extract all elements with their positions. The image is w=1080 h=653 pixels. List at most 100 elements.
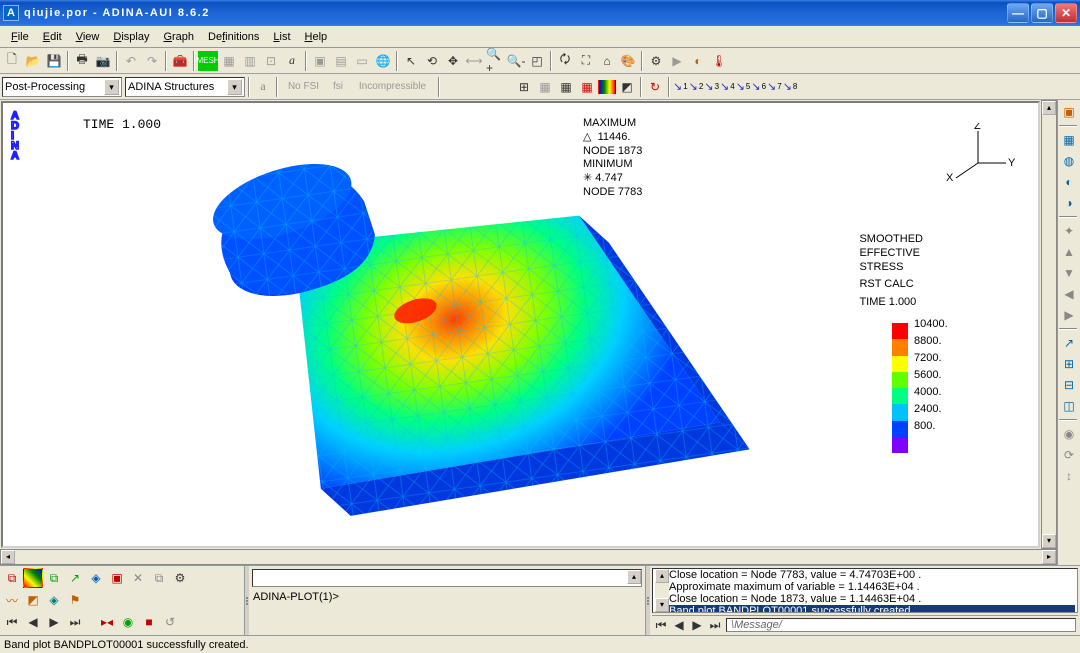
message-field[interactable]: \Message/ bbox=[726, 618, 1076, 632]
log-scroll-up-icon[interactable]: ▴ bbox=[655, 569, 669, 583]
plot-icon[interactable]: ◩ bbox=[617, 77, 637, 97]
msg-next-icon[interactable]: ▶ bbox=[688, 617, 706, 633]
last-frame-icon[interactable]: ⏭ bbox=[65, 612, 85, 632]
scroll-up-icon[interactable]: ▴ bbox=[1042, 101, 1056, 115]
num7-icon[interactable]: ↘7 bbox=[767, 80, 782, 93]
plot-style1-icon[interactable]: ⧉ bbox=[2, 568, 22, 588]
anim-icon[interactable]: ↻ bbox=[645, 77, 665, 97]
plot-style3-icon[interactable]: ⧉ bbox=[44, 568, 64, 588]
down-icon[interactable]: ▼ bbox=[1059, 263, 1079, 283]
menu-display[interactable]: Display bbox=[106, 29, 156, 45]
plot-copy-icon[interactable]: ⧉ bbox=[149, 568, 169, 588]
transparent-icon[interactable]: ◑ bbox=[1059, 193, 1079, 213]
fit-view-icon[interactable]: ▣ bbox=[1059, 102, 1079, 122]
up-icon[interactable]: ▲ bbox=[1059, 242, 1079, 262]
scroll-down-icon[interactable]: ▾ bbox=[1042, 534, 1056, 548]
menu-file[interactable]: File bbox=[4, 29, 36, 45]
new-icon[interactable]: 🗋 bbox=[2, 51, 22, 71]
zoom-window-icon[interactable]: ◰ bbox=[527, 51, 547, 71]
log-scroll-down-icon[interactable]: ▾ bbox=[655, 598, 669, 612]
hidden-icon[interactable]: ◐ bbox=[1059, 172, 1079, 192]
rotate-icon[interactable]: ⟲ bbox=[422, 51, 442, 71]
num3-icon[interactable]: ↘3 bbox=[704, 80, 719, 93]
right-icon[interactable]: ▶ bbox=[1059, 305, 1079, 325]
shade-icon[interactable]: ◐ bbox=[688, 51, 708, 71]
point-icon[interactable]: ⊡ bbox=[261, 51, 281, 71]
grid2-icon[interactable]: ▦ bbox=[556, 77, 576, 97]
zoom-out-icon[interactable]: 🔍- bbox=[506, 51, 526, 71]
refresh-icon[interactable]: 🗘 bbox=[555, 51, 575, 71]
num8-icon[interactable]: ↘8 bbox=[783, 80, 798, 93]
probe-icon[interactable]: ◈ bbox=[44, 590, 64, 610]
menu-edit[interactable]: Edit bbox=[36, 29, 69, 45]
shaded-icon[interactable]: ◍ bbox=[1059, 151, 1079, 171]
horizontal-scrollbar[interactable]: ◂ ▸ bbox=[0, 549, 1057, 565]
loop-icon[interactable]: ↺ bbox=[160, 612, 180, 632]
viewport-canvas[interactable]: ADINA TIME 1.000 MAXIMUM △ 11446. NODE 1… bbox=[1, 101, 1040, 548]
temp-icon[interactable]: 🌡 bbox=[709, 51, 729, 71]
wheel-icon[interactable]: ◉ bbox=[1059, 424, 1079, 444]
minimize-button[interactable]: — bbox=[1007, 3, 1029, 23]
iso-yz-icon[interactable]: ⊟ bbox=[1059, 375, 1079, 395]
rec-icon[interactable]: ◉ bbox=[118, 612, 138, 632]
cutplane-icon[interactable]: ◩ bbox=[23, 590, 43, 610]
close-button[interactable]: ✕ bbox=[1055, 3, 1077, 23]
letter-a-icon[interactable]: a bbox=[282, 51, 302, 71]
colorbar-icon[interactable] bbox=[598, 80, 616, 94]
direction-icon[interactable]: ✦ bbox=[1059, 221, 1079, 241]
vector-icon[interactable]: ↗ bbox=[65, 568, 85, 588]
camera-icon[interactable]: 📷 bbox=[93, 51, 113, 71]
a-icon[interactable]: a bbox=[253, 77, 273, 97]
fit-icon[interactable]: ⛶ bbox=[576, 51, 596, 71]
vertical-scrollbar[interactable]: ▴ ▾ bbox=[1041, 100, 1057, 549]
print-icon[interactable]: 🖶 bbox=[72, 51, 92, 71]
num4-icon[interactable]: ↘4 bbox=[720, 80, 735, 93]
scroll-left-icon[interactable]: ◂ bbox=[1, 550, 15, 564]
maximize-button[interactable]: ▢ bbox=[1031, 3, 1053, 23]
iso-xz-icon[interactable]: ⊞ bbox=[1059, 354, 1079, 374]
iso-xy-icon[interactable]: ↗ bbox=[1059, 333, 1079, 353]
group-icon[interactable]: ▣ bbox=[310, 51, 330, 71]
menu-list[interactable]: List bbox=[266, 29, 297, 45]
dropdown-icon[interactable]: ▾ bbox=[104, 79, 119, 95]
redo-icon[interactable]: ↷ bbox=[142, 51, 162, 71]
zoom-in-icon[interactable]: 🔍+ bbox=[485, 51, 505, 71]
fsi-button[interactable]: fsi bbox=[327, 77, 349, 97]
stack-icon[interactable]: ▭ bbox=[352, 51, 372, 71]
move-icon[interactable]: ⟷ bbox=[464, 51, 484, 71]
orbit-icon[interactable]: 🌐 bbox=[373, 51, 393, 71]
open-icon[interactable]: 📂 bbox=[23, 51, 43, 71]
dropdown-icon[interactable]: ▾ bbox=[227, 79, 242, 95]
menu-definitions[interactable]: Definitions bbox=[201, 29, 266, 45]
home-icon[interactable]: ⌂ bbox=[597, 51, 617, 71]
command-history-line[interactable]: ▴ bbox=[252, 569, 642, 587]
num6-icon[interactable]: ↘6 bbox=[751, 80, 766, 93]
mode-combo[interactable]: Post-Processing ▾ bbox=[2, 77, 122, 97]
no-fsi-button[interactable]: No FSI bbox=[281, 77, 326, 97]
incompressible-button[interactable]: Incompressible bbox=[350, 77, 435, 97]
msg-prev-icon[interactable]: ◀ bbox=[670, 617, 688, 633]
msg-first-icon[interactable]: ⏮ bbox=[652, 617, 670, 633]
color-icon[interactable]: 🎨 bbox=[618, 51, 638, 71]
scroll-right-icon[interactable]: ▸ bbox=[1042, 550, 1056, 564]
play-icon[interactable]: ▸◂ bbox=[97, 612, 117, 632]
wire-icon[interactable]: ▦ bbox=[1059, 130, 1079, 150]
undo-icon[interactable]: ↶ bbox=[121, 51, 141, 71]
layer-icon[interactable]: ▤ bbox=[331, 51, 351, 71]
menu-view[interactable]: View bbox=[69, 29, 107, 45]
grid1-icon[interactable]: ▦ bbox=[535, 77, 555, 97]
left-icon[interactable]: ◀ bbox=[1059, 284, 1079, 304]
persp-icon[interactable]: ◫ bbox=[1059, 396, 1079, 416]
trace-icon[interactable]: 〰 bbox=[2, 590, 22, 610]
nav1-icon[interactable]: ⟳ bbox=[1059, 445, 1079, 465]
element-icon[interactable]: ▥ bbox=[240, 51, 260, 71]
run-icon[interactable]: ▶ bbox=[667, 51, 687, 71]
command-prompt[interactable]: ADINA-PLOT(1)> bbox=[251, 588, 643, 606]
iso-icon[interactable]: ▣ bbox=[107, 568, 127, 588]
save-icon[interactable]: 💾 bbox=[44, 51, 64, 71]
plot-opt-icon[interactable]: ⚙ bbox=[170, 568, 190, 588]
menu-help[interactable]: Help bbox=[298, 29, 335, 45]
grid-icon[interactable]: ▦ bbox=[219, 51, 239, 71]
first-frame-icon[interactable]: ⏮ bbox=[2, 612, 22, 632]
prev-frame-icon[interactable]: ◀ bbox=[23, 612, 43, 632]
